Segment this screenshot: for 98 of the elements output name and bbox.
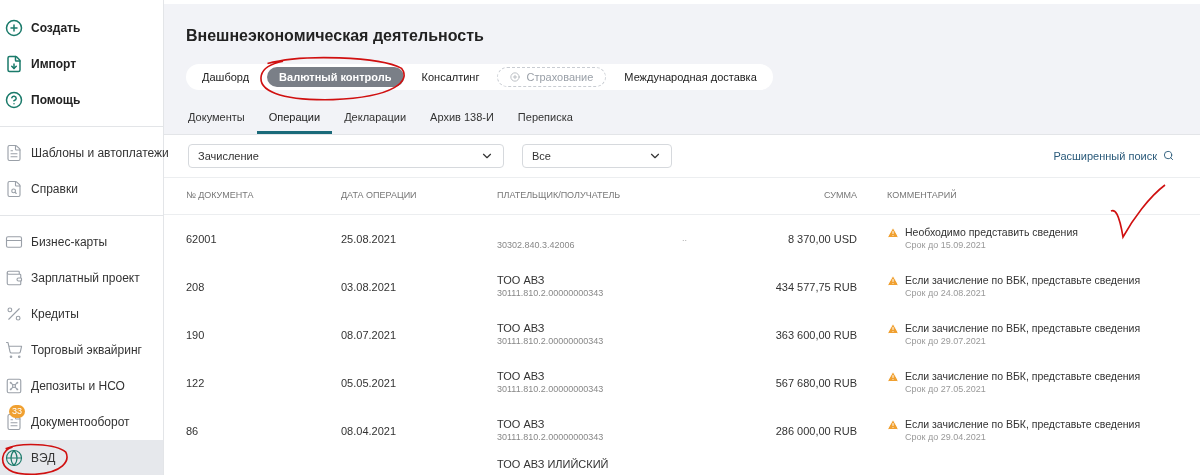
- table-cell: 567 680,00 RUB: [775, 376, 857, 389]
- sidebar-label: Торговый эквайринг: [31, 342, 142, 359]
- table-cell: 190: [186, 328, 205, 341]
- payer-name: ТОО АВЗ: [497, 418, 545, 431]
- table-cell: 86: [186, 424, 199, 437]
- search-icon: [1163, 150, 1174, 162]
- payer-name: ТОО АВЗ ИЛИЙСКИЙ: [497, 458, 609, 471]
- comment-text: Необходимо представить сведения: [905, 226, 1078, 239]
- sidebar-item[interactable]: Справки: [0, 171, 163, 207]
- sidebar-label: Документооборот: [31, 414, 130, 431]
- section-tab[interactable]: Консалтинг: [409, 67, 492, 87]
- sidebar-item[interactable]: Бизнес-карты: [0, 224, 163, 260]
- sidebar-item[interactable]: ВЭД: [0, 440, 163, 475]
- sidebar-label: Кредиты: [31, 306, 79, 323]
- help-icon: [5, 91, 23, 109]
- account-number: 30111.810.2.00000000343: [497, 383, 604, 396]
- document-search-icon: [5, 180, 23, 198]
- comment-text: Если зачисление по ВБК, представьте сведения: [905, 418, 1141, 431]
- sidebar-label: Шаблоны и автоплатежи: [31, 145, 169, 162]
- table-cell: 62001: [186, 232, 217, 245]
- sidebar-label: Зарплатный проект: [31, 270, 140, 287]
- account-number: 30111.810.2.00000000343: [497, 287, 604, 300]
- deadline-text: Срок до 29.07.2021: [905, 335, 987, 348]
- sidebar-item[interactable]: Кредиты: [0, 296, 163, 332]
- table-cell: 8 370,00 USD: [787, 232, 857, 245]
- sidebar-item[interactable]: Зарплатный проект: [0, 260, 163, 296]
- warning-icon: [887, 323, 899, 335]
- warning-icon: [887, 371, 899, 383]
- page-title: Внешнеэкономическая деятельность: [186, 26, 485, 46]
- table-cell: 05.05.2021: [341, 376, 397, 389]
- column-header: ПЛАТЕЛЬЩИК/ПОЛУЧАТЕЛЬ: [497, 189, 622, 203]
- table-cell: 08.07.2021: [341, 328, 397, 341]
- notification-badge: 33: [9, 405, 25, 418]
- column-header: № ДОКУМЕНТА: [186, 189, 255, 203]
- sidebar-item[interactable]: Депозиты и НСО: [0, 368, 163, 404]
- column-header: СУММА: [823, 189, 857, 203]
- annotation-checkmark: [1109, 182, 1167, 241]
- column-header: КОММЕНТАРИЙ: [886, 189, 958, 203]
- table-cell: 208: [186, 280, 205, 293]
- sub-tab[interactable]: Документы: [176, 104, 257, 134]
- sidebar-item[interactable]: Импорт: [0, 46, 163, 82]
- warning-icon: [887, 275, 899, 287]
- globe-icon: [5, 449, 23, 467]
- import-icon: [5, 55, 23, 73]
- warning-icon: [887, 227, 899, 239]
- sub-tab[interactable]: Переписка: [505, 104, 585, 134]
- sidebar-label: Создать: [31, 20, 81, 37]
- sidebar-item[interactable]: 33 Документооборот: [0, 404, 163, 440]
- sidebar-label: Депозиты и НСО: [31, 378, 125, 395]
- section-tab[interactable]: Валютный контроль: [267, 67, 404, 87]
- ellipsis-text: ..: [682, 232, 687, 245]
- card-icon: [5, 233, 23, 251]
- document-icon: [5, 144, 23, 162]
- status-select[interactable]: Все: [522, 143, 672, 168]
- sub-tab[interactable]: Операции: [256, 104, 333, 134]
- payer-name: ТОО АВЗ: [497, 322, 545, 335]
- table-cell: 286 000,00 RUB: [775, 424, 857, 437]
- table-cell: 03.08.2021: [341, 280, 397, 293]
- table-cell: 122: [186, 376, 205, 389]
- operation-type-select[interactable]: Зачисление: [188, 143, 504, 168]
- comment-text: Если зачисление по ВБК, представьте сведения: [905, 370, 1141, 383]
- table-cell: 25.08.2021: [341, 232, 397, 245]
- account-number: 30111.810.2.00000000343: [497, 335, 604, 348]
- document-icon: [5, 413, 23, 431]
- comment-text: Если зачисление по ВБК, представьте сведения: [905, 322, 1141, 335]
- percent-icon: [5, 305, 23, 323]
- cart-icon: [5, 341, 23, 359]
- deadline-text: Срок до 15.09.2021: [905, 239, 987, 252]
- section-tab[interactable]: Международная доставка: [612, 67, 769, 87]
- payer-name: ТОО АВЗ: [497, 274, 545, 287]
- sidebar-item[interactable]: Создать: [0, 10, 163, 46]
- sidebar-label: Помощь: [31, 92, 81, 109]
- sidebar-label: ВЭД: [31, 450, 56, 467]
- section-tab[interactable]: Дашборд: [190, 67, 262, 87]
- account-number: 30302.840.3.42006: [497, 239, 575, 252]
- plus-circle-icon: [5, 19, 23, 37]
- sidebar-item[interactable]: Торговый эквайринг: [0, 332, 163, 368]
- sub-tab[interactable]: Архив 138-И: [418, 104, 506, 134]
- deadline-text: Срок до 24.08.2021: [905, 287, 987, 300]
- wallet-icon: [5, 269, 23, 287]
- safe-icon: [5, 377, 23, 395]
- deadline-text: Срок до 27.05.2021: [905, 383, 987, 396]
- sidebar-item[interactable]: Помощь: [0, 82, 163, 118]
- plus-circle-icon: [510, 72, 521, 82]
- advanced-search-link[interactable]: Расширенный поиск: [1053, 147, 1174, 165]
- column-header: ДАТА ОПЕРАЦИИ: [341, 189, 418, 203]
- sidebar-label: Бизнес-карты: [31, 234, 108, 251]
- warning-icon: [887, 419, 899, 431]
- comment-text: Если зачисление по ВБК, представьте сведения: [905, 274, 1141, 287]
- sidebar-label: Справки: [31, 181, 78, 198]
- account-number: 30111.810.2.00000000343: [497, 431, 604, 444]
- sidebar-label: Импорт: [31, 56, 77, 73]
- table-cell: 434 577,75 RUB: [775, 280, 857, 293]
- deadline-text: Срок до 29.04.2021: [905, 431, 987, 444]
- sub-tab[interactable]: Декларации: [332, 104, 419, 134]
- table-cell: 08.04.2021: [341, 424, 397, 437]
- table-cell: 363 600,00 RUB: [775, 328, 857, 341]
- payer-name: ТОО АВЗ: [497, 370, 545, 383]
